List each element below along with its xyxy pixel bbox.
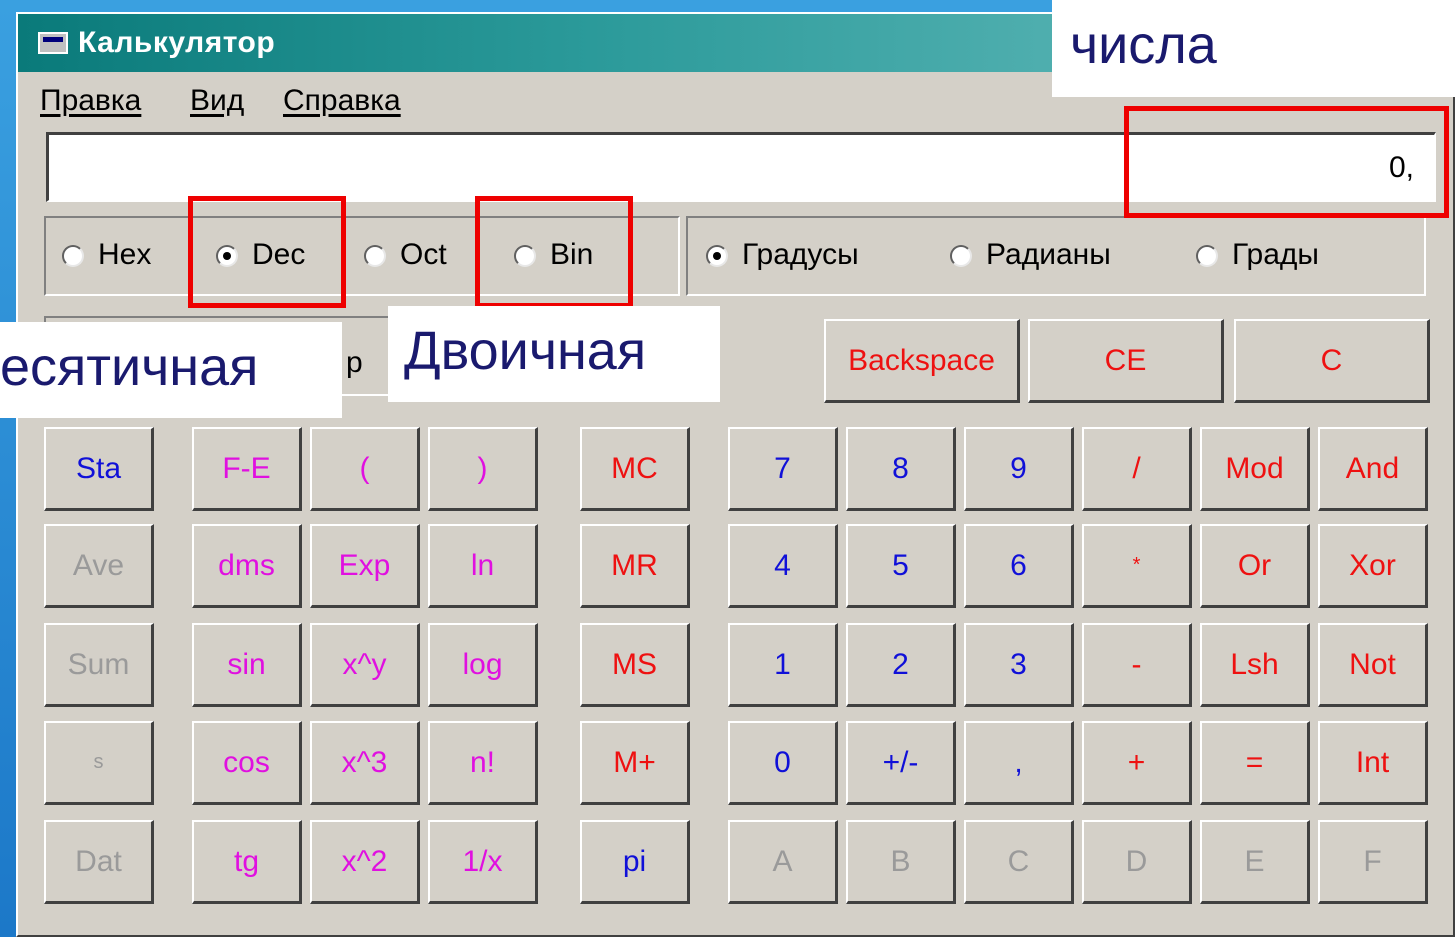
x-cubed-button[interactable]: x^3 <box>310 721 420 805</box>
annotation-decimal-label: есятичная <box>0 322 342 418</box>
digit-4-button[interactable]: 4 <box>728 524 838 608</box>
menu-view[interactable]: Вид <box>190 84 244 118</box>
digit-6-button[interactable]: 6 <box>964 524 1074 608</box>
log-button[interactable]: log <box>428 623 538 707</box>
digit-5-button[interactable]: 5 <box>846 524 956 608</box>
hex-b-button[interactable]: B <box>846 820 956 904</box>
lsh-button[interactable]: Lsh <box>1200 623 1310 707</box>
exp-button[interactable]: Exp <box>310 524 420 608</box>
digit-0-button[interactable]: 0 <box>728 721 838 805</box>
pi-button[interactable]: pi <box>580 820 690 904</box>
digit-2-button[interactable]: 2 <box>846 623 956 707</box>
radio-grads-label: Грады <box>1232 238 1319 271</box>
mod-button[interactable]: Mod <box>1200 427 1310 511</box>
calculator-app-icon <box>38 32 68 54</box>
x-pow-y-button[interactable]: x^y <box>310 623 420 707</box>
digit-9-button[interactable]: 9 <box>964 427 1074 511</box>
digit-1-button[interactable]: 1 <box>728 623 838 707</box>
reciprocal-button[interactable]: 1/x <box>428 820 538 904</box>
dat-button[interactable]: Dat <box>44 820 154 904</box>
checkbox-group-hint: р <box>346 346 363 379</box>
radio-grads-circle <box>1196 245 1218 267</box>
close-paren-button[interactable]: ) <box>428 427 538 511</box>
sta-button[interactable]: Sta <box>44 427 154 511</box>
s-button[interactable]: s <box>44 721 154 805</box>
or-button[interactable]: Or <box>1200 524 1310 608</box>
hex-f-button[interactable]: F <box>1318 820 1428 904</box>
radio-radians-label: Радианы <box>986 238 1111 271</box>
sin-button[interactable]: sin <box>192 623 302 707</box>
menu-help[interactable]: Справка <box>283 84 401 118</box>
tg-button[interactable]: tg <box>192 820 302 904</box>
backspace-button[interactable]: Backspace <box>824 319 1020 403</box>
subtract-button[interactable]: - <box>1082 623 1192 707</box>
divide-button[interactable]: / <box>1082 427 1192 511</box>
clear-button[interactable]: C <box>1234 319 1430 403</box>
memory-clear-button[interactable]: MC <box>580 427 690 511</box>
digit-8-button[interactable]: 8 <box>846 427 956 511</box>
decimal-point-button[interactable]: , <box>964 721 1074 805</box>
memory-recall-button[interactable]: MR <box>580 524 690 608</box>
window-title: Калькулятор <box>78 26 276 59</box>
equals-button[interactable]: = <box>1200 721 1310 805</box>
radio-oct-label: Oct <box>400 238 447 271</box>
highlight-display-box <box>1124 106 1449 218</box>
plus-minus-button[interactable]: +/- <box>846 721 956 805</box>
digit-7-button[interactable]: 7 <box>728 427 838 511</box>
hex-d-button[interactable]: D <box>1082 820 1192 904</box>
highlight-bin-box <box>475 196 633 308</box>
radio-hex-label: Hex <box>98 238 152 271</box>
angle-mode-group: Градусы Радианы Грады <box>686 216 1426 296</box>
radio-degrees-label: Градусы <box>742 238 859 271</box>
xor-button[interactable]: Xor <box>1318 524 1428 608</box>
radio-radians-circle <box>950 245 972 267</box>
hex-c-button[interactable]: C <box>964 820 1074 904</box>
and-button[interactable]: And <box>1318 427 1428 511</box>
dms-button[interactable]: dms <box>192 524 302 608</box>
annotation-binary-label: Двоичная <box>388 306 720 402</box>
memory-store-button[interactable]: MS <box>580 623 690 707</box>
factorial-button[interactable]: n! <box>428 721 538 805</box>
add-button[interactable]: + <box>1082 721 1192 805</box>
radio-degrees-circle <box>706 245 728 267</box>
sum-button[interactable]: Sum <box>44 623 154 707</box>
x-squared-button[interactable]: x^2 <box>310 820 420 904</box>
radio-hex-circle <box>62 245 84 267</box>
memory-add-button[interactable]: M+ <box>580 721 690 805</box>
multiply-button[interactable]: * <box>1082 524 1192 608</box>
int-button[interactable]: Int <box>1318 721 1428 805</box>
cos-button[interactable]: cos <box>192 721 302 805</box>
not-button[interactable]: Not <box>1318 623 1428 707</box>
radio-oct-circle <box>364 245 386 267</box>
highlight-dec-box <box>188 196 346 308</box>
open-paren-button[interactable]: ( <box>310 427 420 511</box>
annotation-number-label: числа <box>1052 0 1455 97</box>
ave-button[interactable]: Ave <box>44 524 154 608</box>
hex-a-button[interactable]: A <box>728 820 838 904</box>
fe-button[interactable]: F-E <box>192 427 302 511</box>
menu-edit[interactable]: Правка <box>40 84 141 118</box>
digit-3-button[interactable]: 3 <box>964 623 1074 707</box>
clear-entry-button[interactable]: CE <box>1028 319 1224 403</box>
hex-e-button[interactable]: E <box>1200 820 1310 904</box>
ln-button[interactable]: ln <box>428 524 538 608</box>
